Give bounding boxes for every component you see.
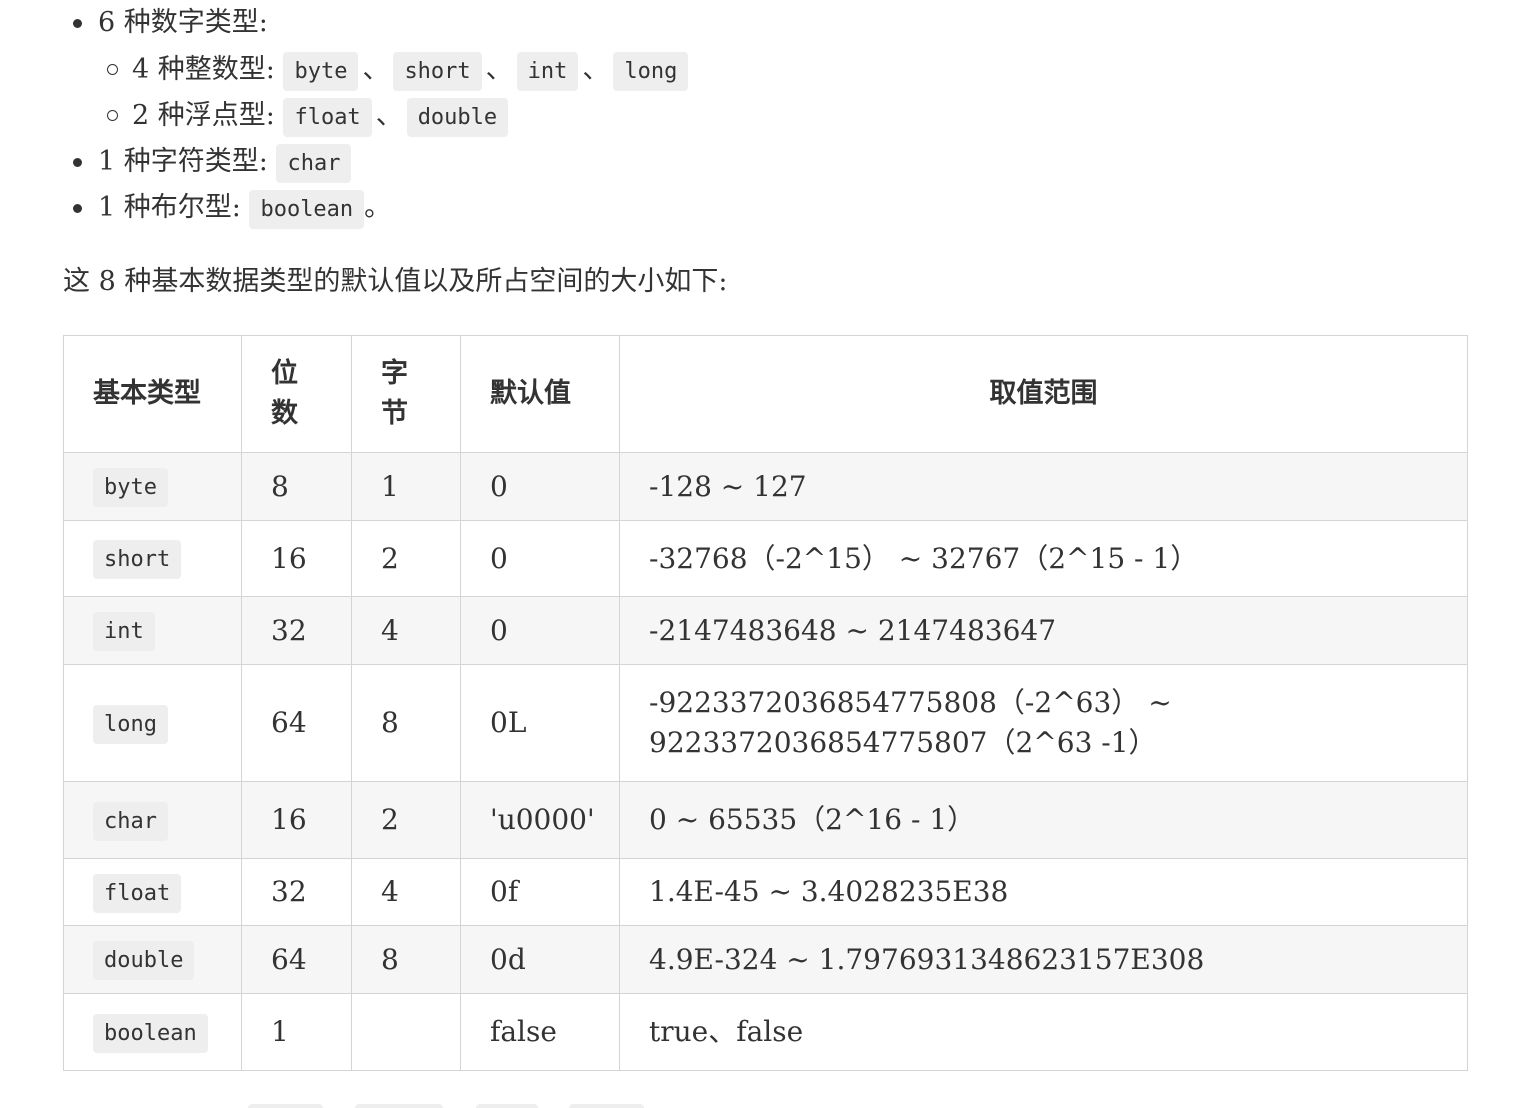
cell-range: -9223372036854775808（-2^63） ~ 9223372036… [619, 664, 1468, 782]
cell-bytes: 8 [351, 925, 461, 994]
cell-default: 0 [460, 452, 620, 521]
table-row: float 32 4 0f 1.4E-45 ~ 3.4028235E38 [63, 858, 1468, 926]
cell-default: 0d [460, 925, 620, 994]
primitive-types-table: 基本类型 位数 字节 默认值 取值范围 byte 8 1 0 -128 ~ 12… [63, 335, 1468, 1071]
cell-range: -2147483648 ~ 2147483647 [619, 596, 1468, 665]
list-item-char: 1 种字符类型: char [73, 142, 352, 183]
cell-default: false [460, 993, 620, 1071]
cell-bits: 32 [241, 596, 352, 665]
code-boolean: boolean [249, 190, 365, 229]
cell-type: boolean [63, 993, 242, 1071]
code-chip-partial [569, 1104, 644, 1108]
table-row: double 64 8 0d 4.9E-324 ~ 1.797693134862… [63, 925, 1468, 994]
cell-type: double [63, 925, 242, 994]
cell-range: -32768（-2^15） ~ 32767（2^15 - 1） [619, 520, 1468, 597]
cell-type: float [63, 858, 242, 926]
header-default: 默认值 [460, 335, 620, 453]
cell-bits: 8 [241, 452, 352, 521]
header-bits: 位数 [241, 335, 352, 453]
cell-bytes: 4 [351, 858, 461, 926]
cell-default: 0L [460, 664, 620, 782]
header-type: 基本类型 [63, 335, 242, 453]
code-byte: byte [283, 52, 359, 91]
table-row: char 16 2 'u0000' 0 ~ 65535（2^16 - 1） [63, 781, 1468, 859]
code-chip-partial [248, 1104, 323, 1108]
cell-bits: 64 [241, 664, 352, 782]
list-item-label: 6 种数字类型: [98, 7, 268, 38]
list-item-label: 4 种整数型: [132, 54, 275, 85]
list-item-label: 2 种浮点型: [132, 100, 275, 131]
table-row: boolean 1 false true、false [63, 993, 1468, 1071]
code-long: long [613, 52, 689, 91]
cell-type: char [63, 781, 242, 859]
cell-type: int [63, 596, 242, 665]
cell-bits: 16 [241, 781, 352, 859]
code-int: int [516, 52, 579, 91]
code-chip-partial [476, 1104, 538, 1108]
cell-range: -128 ~ 127 [619, 452, 1468, 521]
cell-type: short [63, 520, 242, 597]
table-row: short 16 2 0 -32768（-2^15） ~ 32767（2^15 … [63, 520, 1468, 597]
cell-bytes: 4 [351, 596, 461, 665]
cell-bytes [351, 993, 461, 1071]
cell-bits: 32 [241, 858, 352, 926]
list-item-label: 1 种字符类型: [98, 146, 268, 177]
cell-default: 0 [460, 596, 620, 665]
cell-bytes: 8 [351, 664, 461, 782]
list-item-numeric: 6 种数字类型: [73, 3, 268, 43]
table-header-row: 基本类型 位数 字节 默认值 取值范围 [63, 335, 1468, 453]
table-row: int 32 4 0 -2147483648 ~ 2147483647 [63, 596, 1468, 665]
cell-default: 0 [460, 520, 620, 597]
cell-range: 1.4E-45 ~ 3.4028235E38 [619, 858, 1468, 926]
cell-type: byte [63, 452, 242, 521]
bullet-icon [107, 110, 118, 121]
code-float: float [283, 98, 372, 137]
cell-range: true、false [619, 993, 1468, 1071]
table-row: byte 8 1 0 -128 ~ 127 [63, 452, 1468, 521]
bullet-icon [73, 204, 82, 213]
bullet-icon [107, 64, 118, 75]
code-short: short [393, 52, 482, 91]
cell-bits: 64 [241, 925, 352, 994]
cell-range: 0 ~ 65535（2^16 - 1） [619, 781, 1468, 859]
code-chip-partial [355, 1104, 443, 1108]
cell-bytes: 2 [351, 781, 461, 859]
header-bytes: 字节 [351, 335, 461, 453]
cell-range: 4.9E-324 ~ 1.7976931348623157E308 [619, 925, 1468, 994]
bullet-icon [73, 158, 82, 167]
intro-paragraph: 这 8 种基本数据类型的默认值以及所占空间的大小如下: [63, 266, 728, 297]
list-item-float: 2 种浮点型: float、 double [107, 96, 509, 137]
cell-bits: 16 [241, 520, 352, 597]
list-item-integer: 4 种整数型: byte、 short、 int、 long [107, 50, 689, 91]
code-char: char [276, 144, 352, 183]
table-row: long 64 8 0L -9223372036854775808（-2^63）… [63, 664, 1468, 782]
cell-default: 'u0000' [460, 781, 620, 859]
header-range: 取值范围 [619, 335, 1468, 453]
list-item-boolean: 1 种布尔型: boolean。 [73, 188, 391, 229]
cell-bytes: 2 [351, 520, 461, 597]
cell-default: 0f [460, 858, 620, 926]
cell-bits: 1 [241, 993, 352, 1071]
cell-type: long [63, 664, 242, 782]
code-double: double [406, 98, 509, 137]
next-line-partial [0, 1098, 1524, 1108]
cell-bytes: 1 [351, 452, 461, 521]
list-item-label: 1 种布尔型: [98, 192, 241, 223]
bullet-icon [73, 19, 82, 28]
